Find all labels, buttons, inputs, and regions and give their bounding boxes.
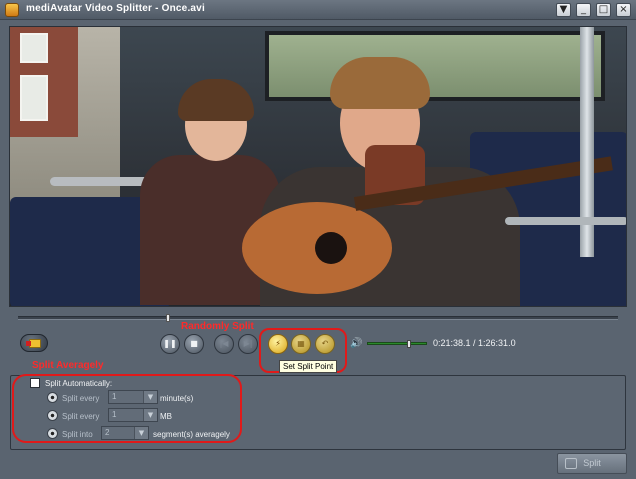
lightning-icon: ⚡	[275, 339, 281, 348]
time-display: 0:21:38.1 / 1:26:31.0	[433, 338, 516, 348]
volume-slider[interactable]	[367, 340, 427, 348]
volume-thumb[interactable]	[406, 340, 411, 348]
building-window	[20, 75, 48, 121]
split-automatically-label: Split Automatically:	[45, 379, 113, 388]
maximize-button[interactable]: □	[596, 3, 611, 17]
window-title: mediAvatar Video Splitter - Once.avi	[26, 3, 205, 14]
close-button[interactable]: ×	[616, 3, 631, 17]
segments-unit-label: segment(s) averagely	[153, 430, 230, 439]
set-split-point-button[interactable]: ⚡	[268, 334, 288, 354]
split-averagely-annotation: Split Averagely	[32, 360, 104, 371]
chevron-down-icon[interactable]: ▼	[134, 427, 148, 439]
undo-icon: ↶	[321, 339, 329, 348]
seek-thumb[interactable]	[166, 314, 170, 322]
title-bar: mediAvatar Video Splitter - Once.avi ▼ _…	[0, 0, 636, 20]
add-file-button[interactable]	[20, 334, 48, 352]
mb-unit-label: MB	[160, 412, 172, 421]
seek-bar[interactable]	[18, 314, 618, 322]
pause-icon: ❚❚	[163, 339, 177, 348]
stop-icon: ■	[190, 339, 198, 348]
dropdown-menu-button[interactable]: ▼	[556, 3, 571, 17]
pause-button[interactable]: ❚❚	[160, 334, 180, 354]
split-every-mb-label: Split every	[62, 412, 100, 421]
bus-window-right	[265, 31, 605, 101]
split-every-mb-radio[interactable]	[47, 410, 58, 421]
man-hair	[330, 57, 430, 109]
grid-icon: ▦	[297, 339, 305, 348]
split-every-minutes-label: Split every	[62, 394, 100, 403]
mb-value: 1	[112, 410, 117, 419]
previous-button[interactable]: |◀	[214, 334, 234, 354]
segment-button[interactable]: ▦	[291, 334, 311, 354]
split-point-tooltip: Set Split Point	[279, 360, 338, 373]
segments-select[interactable]: 2 ▼	[101, 426, 149, 440]
randomly-split-annotation: Randomly Split	[181, 321, 254, 332]
minimize-button[interactable]: _	[576, 3, 591, 17]
previous-icon: |◀	[219, 339, 229, 348]
split-icon	[565, 458, 577, 469]
building-window	[20, 33, 48, 63]
split-automatically-checkbox[interactable]	[30, 378, 40, 388]
split-every-minutes-radio[interactable]	[47, 392, 58, 403]
app-icon	[5, 3, 19, 17]
add-arrow-icon	[26, 341, 31, 346]
minutes-unit-label: minute(s)	[160, 394, 194, 403]
video-preview[interactable]	[9, 26, 627, 307]
chevron-down-icon[interactable]: ▼	[143, 409, 157, 421]
stop-button[interactable]: ■	[184, 334, 204, 354]
split-into-radio[interactable]	[47, 428, 58, 439]
mb-select[interactable]: 1 ▼	[108, 408, 158, 422]
chevron-down-icon[interactable]: ▼	[143, 391, 157, 403]
minutes-select[interactable]: 1 ▼	[108, 390, 158, 404]
split-into-label: Split into	[62, 430, 93, 439]
seat-rail	[505, 217, 626, 225]
segments-value: 2	[105, 428, 110, 437]
undo-button[interactable]: ↶	[315, 334, 335, 354]
minutes-value: 1	[112, 392, 117, 401]
split-button[interactable]: Split	[557, 453, 627, 474]
split-button-label: Split	[583, 458, 601, 468]
next-icon: ▶|	[243, 339, 253, 348]
guitar-soundhole	[315, 232, 347, 264]
volume-icon[interactable]: 🔊	[350, 338, 362, 349]
next-button[interactable]: ▶|	[238, 334, 258, 354]
